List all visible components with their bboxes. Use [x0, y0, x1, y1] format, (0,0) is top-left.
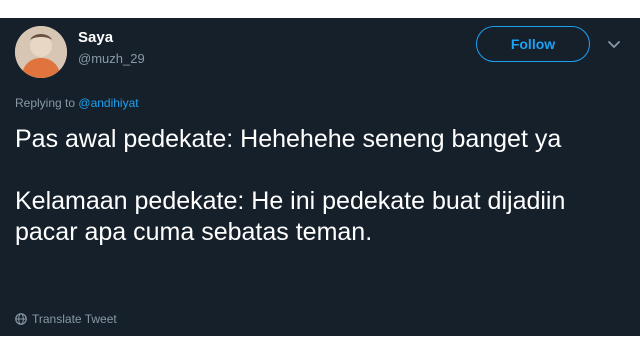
user-handle[interactable]: @muzh_29	[78, 51, 145, 66]
translate-tweet-label: Translate Tweet	[32, 312, 117, 326]
replying-to: Replying to @andihiyat	[15, 96, 139, 110]
avatar[interactable]	[15, 26, 67, 78]
tweet-text-line-1: Pas awal pedekate: Hehehehe seneng bange…	[15, 125, 562, 153]
display-name[interactable]: Saya	[78, 29, 113, 46]
tweet-text-line-2: Kelamaan pedekate: He ini pedekate buat …	[15, 187, 566, 246]
follow-button[interactable]: Follow	[476, 26, 590, 62]
tweet-text: Pas awal pedekate: Hehehehe seneng bange…	[15, 124, 620, 248]
replying-to-label: Replying to	[15, 96, 76, 110]
chevron-down-icon[interactable]	[606, 36, 622, 52]
tweet-card: Saya @muzh_29 Follow Replying to @andihi…	[0, 18, 640, 336]
replying-to-mention[interactable]: @andihiyat	[78, 96, 138, 110]
translate-tweet-button[interactable]: Translate Tweet	[15, 312, 117, 326]
globe-icon	[15, 313, 27, 325]
